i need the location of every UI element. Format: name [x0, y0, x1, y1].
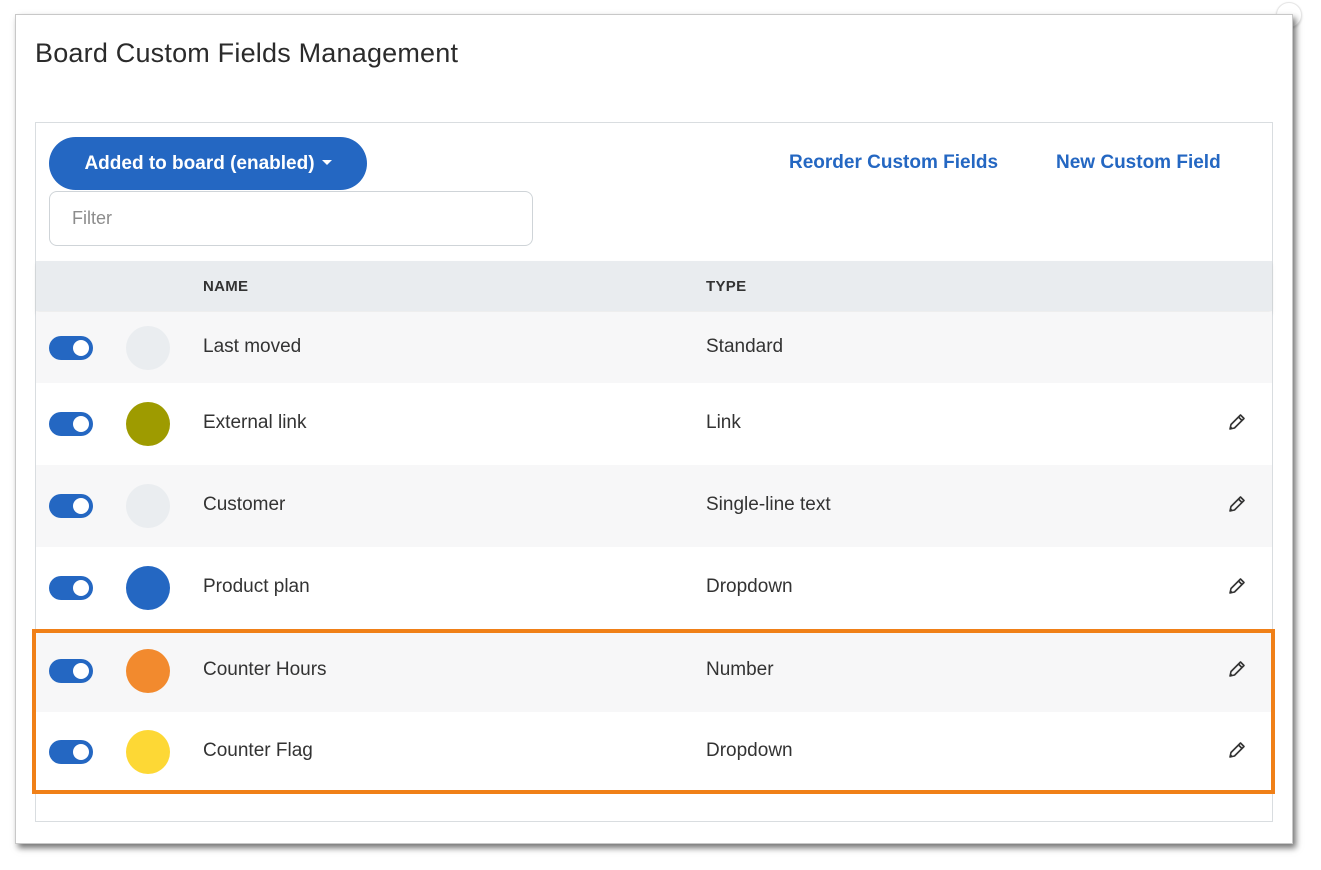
field-color-swatch [126, 484, 170, 528]
table-row: External link Link [36, 383, 1272, 465]
column-header-type: TYPE [706, 278, 747, 295]
field-name: Last moved [203, 335, 302, 357]
field-type: Single-line text [706, 494, 831, 515]
table-row: Counter Flag Dropdown [36, 712, 1272, 792]
field-type: Link [706, 412, 741, 433]
field-color-swatch [126, 402, 170, 446]
enabled-toggle[interactable] [49, 658, 93, 683]
pencil-icon[interactable] [1226, 493, 1248, 515]
pencil-icon[interactable] [1226, 739, 1248, 761]
table-row: Product plan Dropdown [36, 547, 1272, 629]
field-color-swatch [126, 648, 170, 693]
field-type: Standard [706, 335, 784, 357]
enabled-toggle[interactable] [49, 576, 93, 600]
enabled-toggle[interactable] [49, 412, 93, 436]
pencil-icon[interactable] [1226, 411, 1248, 433]
field-name: External link [203, 412, 307, 433]
pencil-icon[interactable] [1226, 658, 1248, 680]
field-color-swatch [126, 730, 170, 774]
column-header-name: NAME [203, 278, 249, 295]
field-name: Counter Hours [203, 658, 327, 680]
filter-input[interactable] [49, 191, 533, 246]
table-row: Last moved Standard [36, 312, 1272, 383]
toggle-knob [73, 744, 89, 760]
field-name: Customer [203, 494, 286, 515]
toggle-knob [73, 416, 89, 432]
enabled-filter-label: Added to board (enabled) [84, 152, 315, 174]
field-color-swatch [126, 325, 170, 370]
reorder-custom-fields-link[interactable]: Reorder Custom Fields [789, 152, 998, 174]
table-row: Counter Hours Number [36, 629, 1272, 712]
table-header: NAME TYPE [36, 261, 1272, 311]
toggle-knob [73, 339, 89, 356]
enabled-toggle[interactable] [49, 494, 93, 518]
field-name: Counter Flag [203, 740, 313, 761]
dialog-title: Board Custom Fields Management [35, 38, 459, 68]
caret-down-icon [321, 160, 332, 165]
field-type: Number [706, 658, 774, 680]
toggle-knob [73, 580, 89, 596]
field-name: Product plan [203, 576, 310, 597]
enabled-toggle[interactable] [49, 335, 93, 360]
new-custom-field-link[interactable]: New Custom Field [1056, 152, 1221, 174]
enabled-toggle[interactable] [49, 740, 93, 764]
toggle-knob [73, 662, 89, 679]
field-type: Dropdown [706, 740, 793, 761]
field-type: Dropdown [706, 576, 793, 597]
field-color-swatch [126, 566, 170, 610]
enabled-filter-dropdown[interactable]: Added to board (enabled) [49, 137, 367, 190]
table-row: Customer Single-line text [36, 465, 1272, 547]
toggle-knob [73, 498, 89, 514]
pencil-icon[interactable] [1226, 575, 1248, 597]
